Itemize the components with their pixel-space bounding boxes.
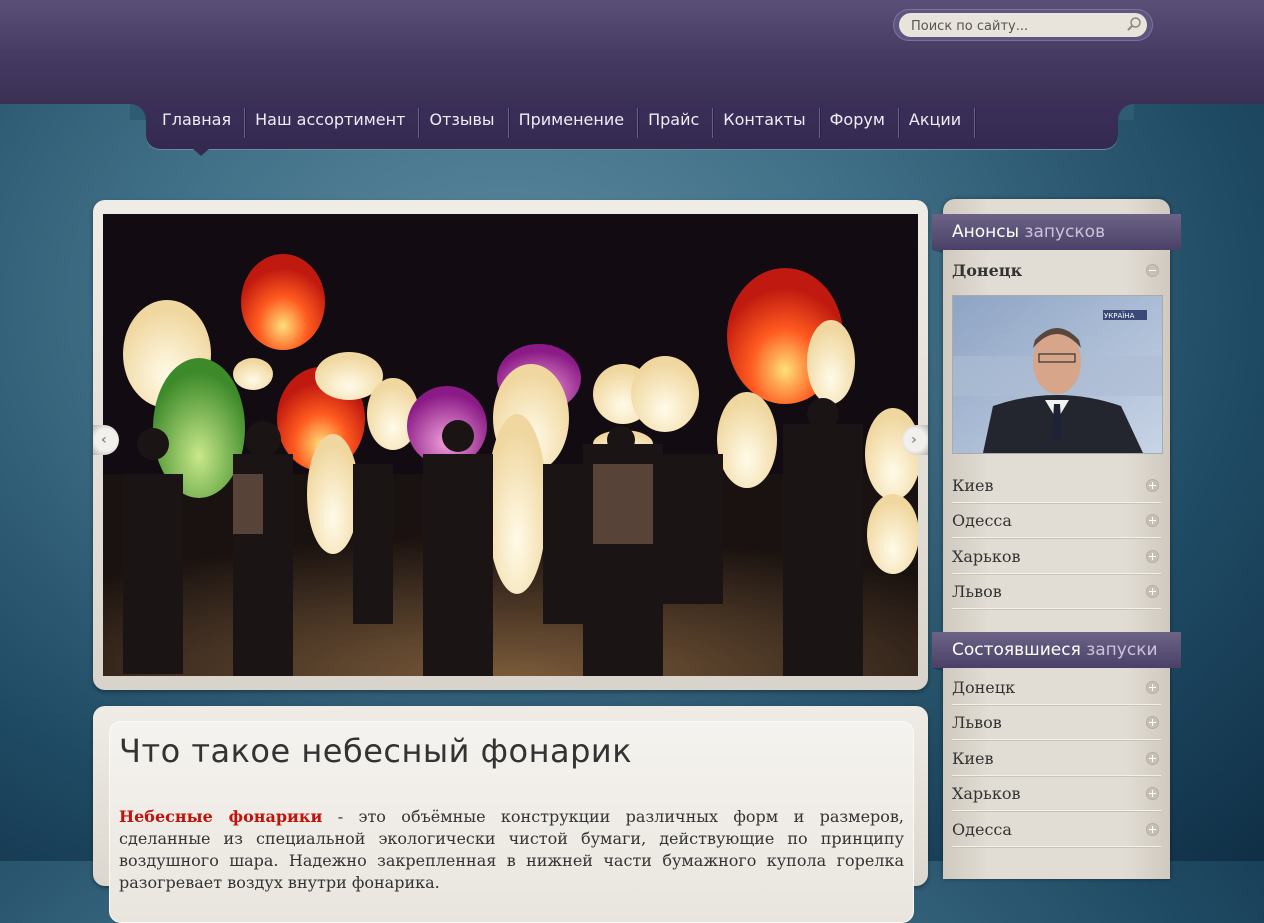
nav-item-promotions[interactable]: Акции <box>899 104 976 140</box>
announcements-heading-first: Анонсы <box>952 222 1020 242</box>
expand-icon[interactable] <box>1146 479 1159 492</box>
announcement-item-donetsk[interactable]: Донецк <box>952 253 1161 288</box>
completed-heading-first: Состоявшиеся <box>952 640 1081 660</box>
active-nav-marker <box>192 148 210 156</box>
completed-item-label: Киев <box>952 749 994 768</box>
search-input[interactable] <box>899 13 1147 37</box>
announcement-item-label: Харьков <box>952 547 1021 566</box>
expand-icon[interactable] <box>1146 550 1159 563</box>
announcement-item-label: Одесса <box>952 511 1012 530</box>
site-header <box>0 0 1264 104</box>
completed-item[interactable]: Киев <box>952 741 1161 776</box>
announcement-item[interactable]: Киев <box>952 468 1161 503</box>
announcements-heading: Анонсы запусков <box>932 214 1181 250</box>
main-nav: Главная Наш ассортимент Отзывы Применени… <box>146 104 1118 156</box>
nav-item-home[interactable]: Главная <box>152 104 246 140</box>
chevron-left-icon: ‹ <box>101 432 107 448</box>
completed-item[interactable]: Одесса <box>952 812 1161 847</box>
announcement-item-label: Киев <box>952 476 994 495</box>
slider-panel: ‹ › <box>93 200 928 690</box>
article-box: Что такое небесный фонарик Небесные фона… <box>109 721 914 923</box>
video-thumbnail[interactable]: УКРАЇНА <box>952 295 1163 454</box>
completed-item[interactable]: Донецк <box>952 670 1161 705</box>
completed-heading: Состоявшиеся запуски <box>932 632 1181 668</box>
completed-item[interactable]: Львов <box>952 705 1161 740</box>
nav-item-price[interactable]: Прайс <box>638 104 714 140</box>
completed-item-label: Одесса <box>952 820 1012 839</box>
expand-icon[interactable] <box>1146 752 1159 765</box>
completed-item-label: Львов <box>952 713 1002 732</box>
completed-heading-rest: запуски <box>1080 640 1158 660</box>
nav-item-usage[interactable]: Применение <box>509 104 639 140</box>
sidebar: Анонсы запусков Донецк УКРАЇНА Киев Одес… <box>932 199 1181 879</box>
nav-item-reviews[interactable]: Отзывы <box>419 104 509 140</box>
expand-icon[interactable] <box>1146 716 1159 729</box>
expand-icon[interactable] <box>1146 823 1159 836</box>
article-panel: Что такое небесный фонарик Небесные фона… <box>93 706 928 923</box>
search-icon[interactable] <box>1126 16 1142 32</box>
collapse-icon[interactable] <box>1146 264 1159 277</box>
expand-icon[interactable] <box>1146 514 1159 527</box>
news-anchor-image: УКРАЇНА <box>953 296 1162 453</box>
expand-icon[interactable] <box>1146 787 1159 800</box>
article-text: Небесные фонарики - это объёмные констру… <box>119 806 904 894</box>
announcement-item[interactable]: Одесса <box>952 503 1161 538</box>
slider-next-button[interactable]: › <box>902 425 928 455</box>
chevron-right-icon: › <box>911 432 917 448</box>
channel-logo: УКРАЇНА <box>1104 311 1135 320</box>
expand-icon[interactable] <box>1146 681 1159 694</box>
completed-item-label: Харьков <box>952 784 1021 803</box>
announcements-heading-rest: запусков <box>1019 222 1106 242</box>
nav-item-contacts[interactable]: Контакты <box>713 104 820 140</box>
nav-item-forum[interactable]: Форум <box>820 104 900 140</box>
announcement-item[interactable]: Львов <box>952 574 1161 609</box>
sky-lanterns-photo <box>103 214 918 676</box>
announcement-item[interactable]: Харьков <box>952 539 1161 574</box>
announcement-item-label: Львов <box>952 582 1002 601</box>
nav-corner-left <box>130 104 146 120</box>
article-highlight-link[interactable]: Небесные фонарики <box>119 807 322 826</box>
slide-image <box>103 214 918 676</box>
nav-corner-right <box>1118 104 1134 120</box>
expand-icon[interactable] <box>1146 585 1159 598</box>
completed-item-label: Донецк <box>952 678 1016 697</box>
announcement-item-label: Донецк <box>952 261 1023 280</box>
completed-item[interactable]: Харьков <box>952 776 1161 811</box>
article-title: Что такое небесный фонарик <box>119 732 633 770</box>
search-box <box>893 9 1153 41</box>
nav-list: Главная Наш ассортимент Отзывы Применени… <box>152 104 976 140</box>
nav-item-assortment[interactable]: Наш ассортимент <box>245 104 420 140</box>
